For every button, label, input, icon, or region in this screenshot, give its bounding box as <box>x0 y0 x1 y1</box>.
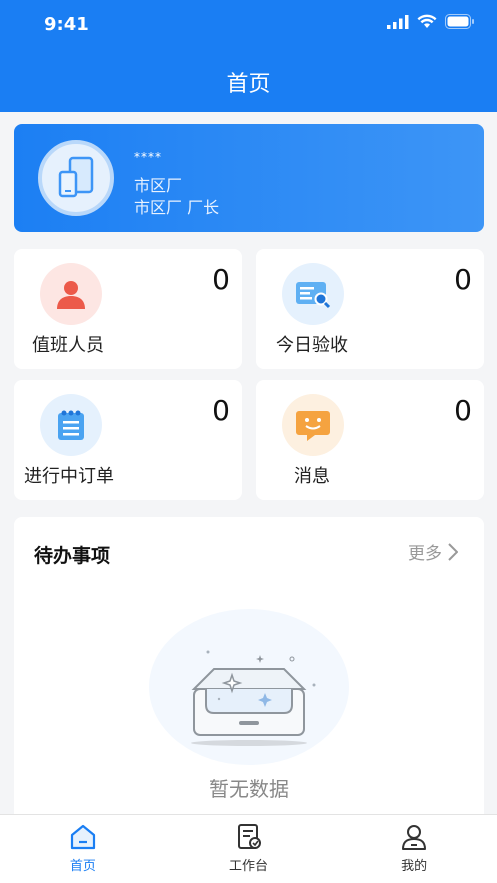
tab-home-label: 首页 <box>69 859 96 874</box>
user-role: 市区厂 厂长 <box>134 198 220 217</box>
tab-workbench[interactable]: 工作台 <box>166 815 332 883</box>
empty-state-text: 暂无数据 <box>209 777 289 801</box>
empty-box-illustration <box>144 597 354 767</box>
chevron-right-icon <box>448 542 458 561</box>
duty-staff-count: 0 <box>212 263 230 296</box>
order-list-icon <box>40 394 102 456</box>
tab-profile-label: 我的 <box>401 859 428 874</box>
today-inspection-label: 今日验收 <box>276 335 348 356</box>
more-link[interactable]: 更多 <box>408 539 458 564</box>
wifi-icon <box>417 14 437 28</box>
battery-icon <box>445 14 474 29</box>
inspection-icon <box>282 263 344 325</box>
more-label: 更多 <box>408 544 442 564</box>
avatar <box>38 140 114 216</box>
status-bar: 9:41 <box>0 0 497 50</box>
workbench-icon <box>237 824 261 849</box>
person-icon <box>40 263 102 325</box>
orders-in-progress-label: 进行中订单 <box>24 466 114 487</box>
signal-icon <box>387 14 409 29</box>
profile-icon <box>402 825 427 850</box>
page-title: 首页 <box>226 72 271 97</box>
stat-card-today-inspection[interactable]: 0 今日验收 <box>256 249 484 369</box>
user-organization: 市区厂 <box>134 176 183 195</box>
stat-card-orders-in-progress[interactable]: 0 进行中订单 <box>14 380 242 500</box>
stat-card-duty-staff[interactable]: 0 值班人员 <box>14 249 242 369</box>
bottom-tab-bar: 首页 工作台 我的 <box>0 814 497 883</box>
stat-card-messages[interactable]: 0 消息 <box>256 380 484 500</box>
app-header: 9:41 首页 <box>0 0 497 112</box>
message-icon <box>282 394 344 456</box>
today-inspection-count: 0 <box>454 263 472 296</box>
messages-count: 0 <box>454 394 472 427</box>
user-name: **** <box>134 150 162 164</box>
tab-home[interactable]: 首页 <box>0 815 166 883</box>
todo-title: 待办事项 <box>34 545 111 567</box>
devices-icon <box>58 156 94 198</box>
orders-in-progress-count: 0 <box>212 394 230 427</box>
home-icon <box>70 824 95 850</box>
status-time: 9:41 <box>44 14 89 35</box>
user-info-card[interactable]: **** 市区厂 市区厂 厂长 <box>14 124 484 232</box>
tab-workbench-label: 工作台 <box>229 859 269 874</box>
status-icons <box>387 14 475 29</box>
todo-section: 待办事项 更多 暂无数据 <box>14 517 484 827</box>
messages-label: 消息 <box>294 466 330 487</box>
tab-profile[interactable]: 我的 <box>331 815 497 883</box>
duty-staff-label: 值班人员 <box>32 335 104 356</box>
